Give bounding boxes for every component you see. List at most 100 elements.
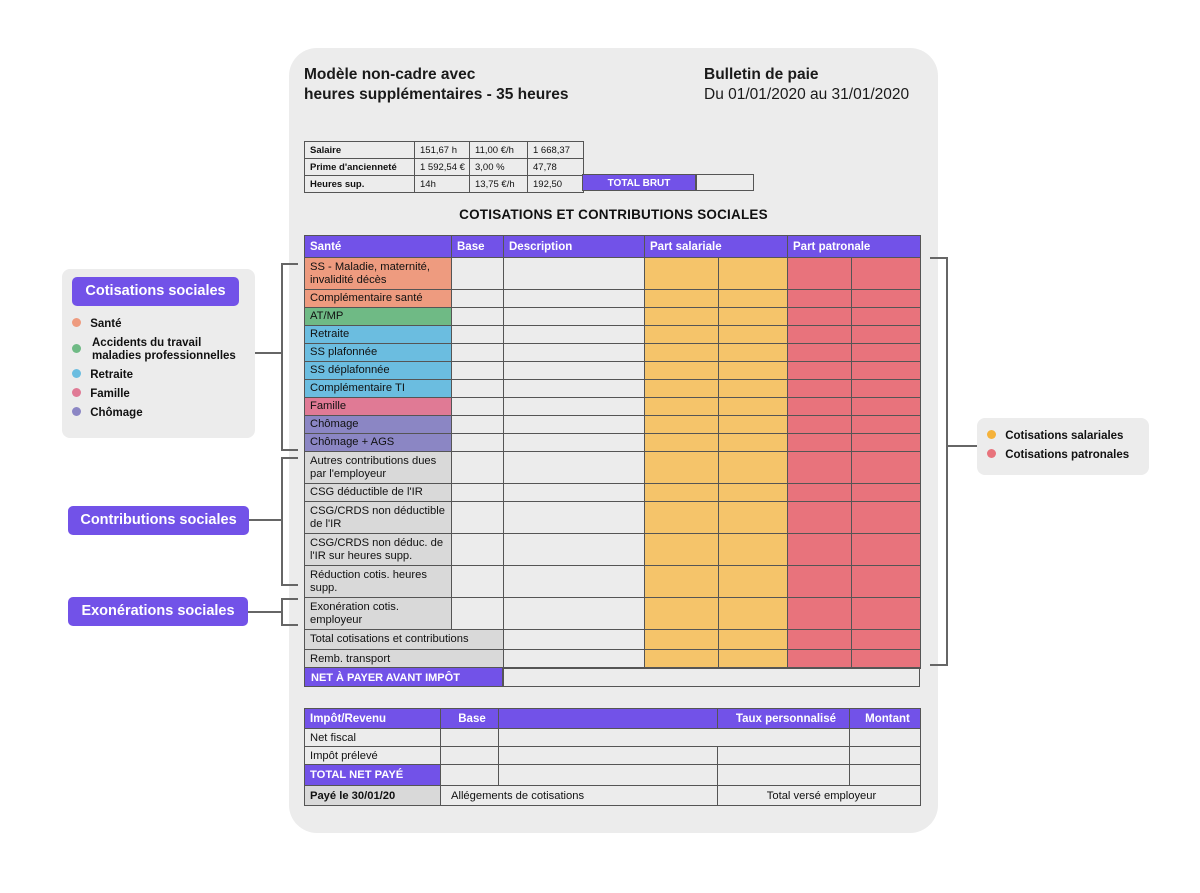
salary-amount: 1 668,37 <box>527 141 584 159</box>
total-brut-label: TOTAL BRUT <box>582 174 696 191</box>
header-taux-personnalise: Taux personnalisé <box>717 708 850 729</box>
bracket-tick <box>281 457 298 459</box>
contributions-table: Santé Base Description Part salariale Pa… <box>304 235 921 669</box>
total-employer-label: Total versé employeur <box>717 785 921 806</box>
connector-line <box>255 352 282 354</box>
row-label: AT/MP <box>304 307 452 326</box>
table-row: TOTAL NET PAYÉ <box>304 764 921 786</box>
overtime-label: Heures sup. <box>304 175 415 193</box>
legend-label: Santé <box>90 318 122 330</box>
row-label: CSG/CRDS non déductible de l'IR <box>304 501 452 534</box>
legend-item-retraite: Retraite <box>72 369 133 382</box>
section-title: COTISATIONS ET CONTRIBUTIONS SOCIALES <box>459 207 768 222</box>
table-row: CSG/CRDS non déduc. de l'IR sur heures s… <box>304 533 921 566</box>
legend-label: Accidents du travail maladies profession… <box>92 337 236 362</box>
bracket-tick <box>281 624 298 626</box>
pay-period: Du 01/01/2020 au 31/01/2020 <box>704 86 910 103</box>
dot-icon <box>72 388 81 397</box>
header-empty <box>498 708 718 729</box>
table-row: Retraite <box>304 325 921 344</box>
table-row: Net fiscal <box>304 728 921 747</box>
connector-line <box>248 611 282 613</box>
table-row: Famille <box>304 397 921 416</box>
dot-icon <box>72 318 81 327</box>
row-label: Famille <box>304 397 452 416</box>
seniority-rate: 3,00 % <box>469 158 528 176</box>
legend-label: Cotisations salariales <box>1005 430 1124 442</box>
legend-item-famille: Famille <box>72 388 130 401</box>
connector-line <box>249 519 282 521</box>
header-impot-revenu: Impôt/Revenu <box>304 708 441 729</box>
bracket-tick <box>281 449 298 451</box>
total-net-paye-label: TOTAL NET PAYÉ <box>304 764 441 786</box>
row-label: Complémentaire TI <box>304 379 452 398</box>
contributions-sociales-pill: Contributions sociales <box>68 506 249 535</box>
row-label: Remb. transport <box>304 649 504 669</box>
salary-label: Salaire <box>304 141 415 159</box>
seniority-base: 1 592,54 € <box>414 158 470 176</box>
overtime-base: 14h <box>414 175 470 193</box>
paid-date: Payé le 30/01/20 <box>304 785 441 806</box>
bracket-tick <box>930 664 948 666</box>
payslip-header-right: Bulletin de paie Du 01/01/2020 au 31/01/… <box>704 65 909 105</box>
salary-table: Salaire 151,67 h 11,00 €/h 1 668,37 Prim… <box>304 141 584 193</box>
row-label: Complémentaire santé <box>304 289 452 308</box>
dot-icon <box>987 449 996 458</box>
row-label: CSG/CRDS non déduc. de l'IR sur heures s… <box>304 533 452 566</box>
title-line-2: heures supplémentaires - 35 heures <box>304 86 569 103</box>
exonerations-sociales-pill: Exonérations sociales <box>68 597 248 626</box>
table-row: Complémentaire TI <box>304 379 921 398</box>
legend-label: Cotisations patronales <box>1005 449 1130 461</box>
table-row: Total cotisations et contributions <box>304 629 921 650</box>
header-part-salariale: Part salariale <box>644 235 788 258</box>
bracket-parts <box>946 257 948 666</box>
table-row: Heures sup. 14h 13,75 €/h 192,50 <box>304 175 584 193</box>
bracket-contributions <box>281 457 283 586</box>
row-label: SS déplafonnée <box>304 361 452 380</box>
table-row: SS plafonnée <box>304 343 921 362</box>
connector-line <box>946 445 977 447</box>
allegements-label: Allégements de cotisations <box>440 785 718 806</box>
bracket-tick <box>281 598 298 600</box>
title-line-1: Modèle non-cadre avec <box>304 66 476 83</box>
dot-icon <box>72 344 81 353</box>
legend-item-chomage: Chômage <box>72 407 143 420</box>
table-row: CSG/CRDS non déductible de l'IR <box>304 501 921 534</box>
row-label: Retraite <box>304 325 452 344</box>
salary-rate: 11,00 €/h <box>469 141 528 159</box>
legend-item-atmp: Accidents du travail maladies profession… <box>72 337 252 363</box>
row-label: Total cotisations et contributions <box>304 629 504 650</box>
table-row: Réduction cotis. heures supp. <box>304 565 921 598</box>
legend-item-sante: Santé <box>72 318 122 331</box>
tax-table: Impôt/Revenu Base Taux personnalisé Mont… <box>304 708 921 806</box>
impot-preleve-label: Impôt prélevé <box>304 746 441 765</box>
net-avant-impot-value <box>503 667 920 687</box>
seniority-amount: 47,78 <box>527 158 584 176</box>
seniority-label: Prime d'ancienneté <box>304 158 415 176</box>
dot-icon <box>987 430 996 439</box>
cotisations-sociales-pill: Cotisations sociales <box>72 277 239 306</box>
row-label: SS plafonnée <box>304 343 452 362</box>
overtime-amount: 192,50 <box>527 175 584 193</box>
table-row: Prime d'ancienneté 1 592,54 € 3,00 % 47,… <box>304 158 584 176</box>
legend-label: Chômage <box>90 407 143 419</box>
row-label: Chômage + AGS <box>304 433 452 452</box>
table-row: Payé le 30/01/20 Allégements de cotisati… <box>304 785 921 806</box>
overtime-rate: 13,75 €/h <box>469 175 528 193</box>
legend-label: Famille <box>90 388 130 400</box>
table-row: AT/MP <box>304 307 921 326</box>
bracket-tick <box>281 584 298 586</box>
legend-item-patronales: Cotisations patronales <box>987 449 1129 462</box>
salary-base: 151,67 h <box>414 141 470 159</box>
header-base: Base <box>440 708 499 729</box>
bracket-tick <box>281 263 298 265</box>
header-sante: Santé <box>304 235 452 258</box>
header-description: Description <box>503 235 645 258</box>
net-avant-impot-label: NET À PAYER AVANT IMPÔT <box>304 667 503 687</box>
row-label: Chômage <box>304 415 452 434</box>
payslip-title: Modèle non-cadre avec heures supplémenta… <box>304 65 568 105</box>
row-label: CSG déductible de l'IR <box>304 483 452 502</box>
header-montant: Montant <box>849 708 921 729</box>
legend-item-salariales: Cotisations salariales <box>987 430 1123 443</box>
table-header-row: Santé Base Description Part salariale Pa… <box>304 235 921 258</box>
